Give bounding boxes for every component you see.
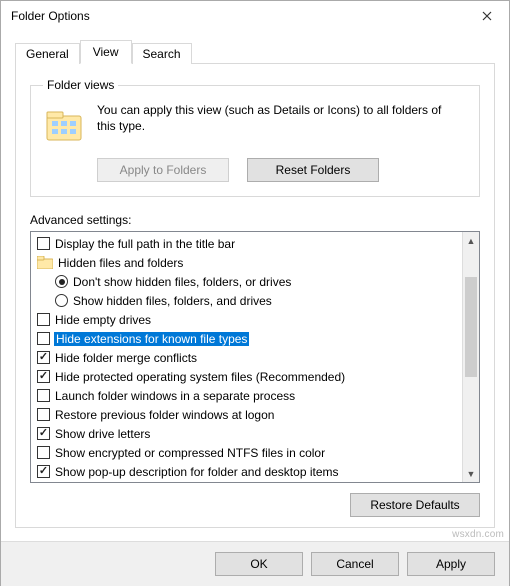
tree-item-label: Hide folder merge conflicts <box>54 351 198 365</box>
titlebar: Folder Options <box>1 1 509 31</box>
apply-to-folders-button: Apply to Folders <box>97 158 229 182</box>
tree-item-display-full-path[interactable]: Display the full path in the title bar <box>31 234 462 253</box>
tree-item-dont-show-hidden[interactable]: Don't show hidden files, folders, or dri… <box>31 272 462 291</box>
tree-item-label: Launch folder windows in a separate proc… <box>54 389 296 403</box>
checkbox-show-popup-desc[interactable] <box>37 465 50 478</box>
tree-item-restore-previous[interactable]: Restore previous folder windows at logon <box>31 405 462 424</box>
tree-item-show-hidden[interactable]: Show hidden files, folders, and drives <box>31 291 462 310</box>
checkbox-display-full-path[interactable] <box>37 237 50 250</box>
tree-item-hide-empty-drives[interactable]: Hide empty drives <box>31 310 462 329</box>
ok-button[interactable]: OK <box>215 552 303 576</box>
restore-defaults-button[interactable]: Restore Defaults <box>350 493 480 517</box>
checkbox-hide-empty-drives[interactable] <box>37 313 50 326</box>
checkbox-show-drive-letters[interactable] <box>37 427 50 440</box>
tree-item-show-encrypted-color[interactable]: Show encrypted or compressed NTFS files … <box>31 443 462 462</box>
tree-item-label: Show pop-up description for folder and d… <box>54 465 340 479</box>
checkbox-launch-separate-process[interactable] <box>37 389 50 402</box>
folder-icon <box>37 256 53 269</box>
tree-item-label: Hide protected operating system files (R… <box>54 370 346 384</box>
scrollbar[interactable]: ▲ ▼ <box>462 232 479 482</box>
scroll-track[interactable] <box>463 249 479 465</box>
tree-item-hidden-files-group[interactable]: Hidden files and folders <box>31 253 462 272</box>
scroll-thumb[interactable] <box>465 277 477 377</box>
tree-item-label: Show encrypted or compressed NTFS files … <box>54 446 326 460</box>
tree-item-label: Don't show hidden files, folders, or dri… <box>72 275 292 289</box>
scroll-up-button[interactable]: ▲ <box>463 232 479 249</box>
checkbox-hide-merge-conflicts[interactable] <box>37 351 50 364</box>
watermark: wsxdn.com <box>452 529 504 540</box>
tab-strip: General View Search <box>15 40 495 64</box>
folder-views-description: You can apply this view (such as Details… <box>97 102 467 134</box>
folder-views-legend: Folder views <box>43 78 118 92</box>
tab-view[interactable]: View <box>80 40 132 64</box>
checkbox-restore-previous[interactable] <box>37 408 50 421</box>
tree-item-label: Display the full path in the title bar <box>54 237 236 251</box>
radio-dont-show-hidden[interactable] <box>55 275 68 288</box>
apply-button[interactable]: Apply <box>407 552 495 576</box>
tree-item-label: Show hidden files, folders, and drives <box>72 294 273 308</box>
advanced-settings-tree[interactable]: Display the full path in the title bar Hi… <box>31 232 462 482</box>
tree-item-label: Hidden files and folders <box>57 256 184 270</box>
tree-item-hide-merge-conflicts[interactable]: Hide folder merge conflicts <box>31 348 462 367</box>
tree-item-show-drive-letters[interactable]: Show drive letters <box>31 424 462 443</box>
tree-item-label: Show drive letters <box>54 427 151 441</box>
advanced-settings-box: Display the full path in the title bar Hi… <box>30 231 480 483</box>
folder-views-group: Folder views You can apply this view (su… <box>30 78 480 197</box>
close-icon <box>482 11 492 21</box>
cancel-button[interactable]: Cancel <box>311 552 399 576</box>
checkbox-show-encrypted-color[interactable] <box>37 446 50 459</box>
tree-item-launch-separate-process[interactable]: Launch folder windows in a separate proc… <box>31 386 462 405</box>
tree-item-label: Restore previous folder windows at logon <box>54 408 275 422</box>
reset-folders-button[interactable]: Reset Folders <box>247 158 379 182</box>
tab-general[interactable]: General <box>15 43 80 64</box>
scroll-down-button[interactable]: ▼ <box>463 465 479 482</box>
tree-item-label: Hide empty drives <box>54 313 152 327</box>
tree-item-show-popup-desc[interactable]: Show pop-up description for folder and d… <box>31 462 462 481</box>
folder-views-icon <box>43 104 85 146</box>
dialog-button-bar: OK Cancel Apply <box>1 541 509 586</box>
window-title: Folder Options <box>11 9 90 23</box>
close-button[interactable] <box>464 1 509 31</box>
tree-item-label: Hide extensions for known file types <box>54 332 249 346</box>
radio-show-hidden[interactable] <box>55 294 68 307</box>
checkbox-hide-protected-os[interactable] <box>37 370 50 383</box>
checkbox-hide-extensions[interactable] <box>37 332 50 345</box>
tab-search[interactable]: Search <box>132 43 192 64</box>
tab-panel-view: Folder views You can apply this view (su… <box>15 63 495 528</box>
tree-item-hide-extensions[interactable]: Hide extensions for known file types <box>31 329 462 348</box>
tree-item-hide-protected-os[interactable]: Hide protected operating system files (R… <box>31 367 462 386</box>
advanced-settings-label: Advanced settings: <box>30 213 480 227</box>
